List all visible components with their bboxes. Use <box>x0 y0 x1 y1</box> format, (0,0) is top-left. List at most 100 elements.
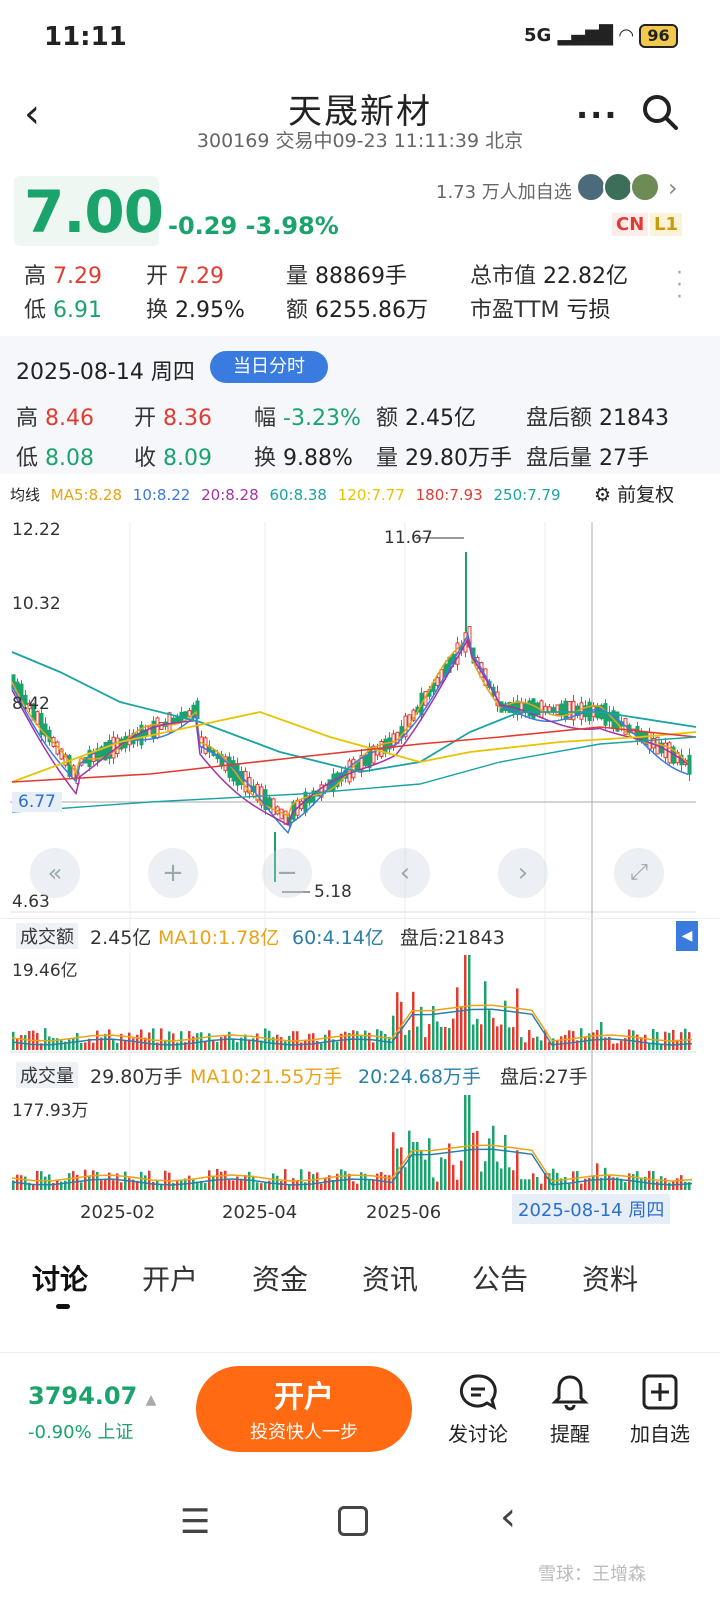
volume-bar <box>596 1163 599 1190</box>
cursor-date-label: 2025-08-14 周四 <box>512 1194 671 1224</box>
post-discussion-button[interactable]: 发讨论 <box>438 1372 518 1447</box>
volume-bar <box>224 1170 227 1190</box>
volume-bar <box>216 1042 219 1050</box>
volume-bar <box>404 1034 407 1050</box>
followers-count[interactable]: 1.73 万人加自选 <box>436 178 572 204</box>
prev-button[interactable]: ‹ <box>380 848 430 898</box>
volume-bars <box>11 1095 693 1190</box>
volume-bar <box>620 1040 623 1050</box>
status-bar: 11:11 5G ▂▄▆█ ◠ 96 <box>0 0 720 70</box>
volume-bar <box>576 1171 579 1190</box>
volume-bar <box>592 1175 595 1190</box>
ma-legend: 均线 MA5:8.28 10:8.22 20:8.28 60:8.38 120:… <box>10 484 561 505</box>
tab-open-account[interactable]: 开户 <box>142 1258 198 1298</box>
volume-bar <box>124 1040 127 1050</box>
volume-bar <box>352 1181 355 1190</box>
volume-bar <box>468 1095 471 1190</box>
volume-bar <box>684 1181 687 1190</box>
volume-title[interactable]: 成交量 <box>16 1062 78 1088</box>
volume-bar <box>24 1035 27 1050</box>
candle-body <box>167 712 172 733</box>
volume-bar <box>348 1173 351 1190</box>
adjust-toggle[interactable]: ⚙ 前复权 <box>594 480 674 507</box>
collapse-panel-icon[interactable]: ◀ <box>676 921 698 951</box>
intraday-button[interactable]: 当日分时 <box>210 351 328 383</box>
volume-bar <box>16 1038 19 1050</box>
ytick-0: 12.22 <box>12 520 61 540</box>
volume-bar <box>252 1175 255 1190</box>
volume-bar <box>496 1161 499 1190</box>
volume-bar <box>132 1038 135 1050</box>
menu-icon[interactable]: ☰ <box>180 1502 210 1542</box>
volume-bar <box>572 1031 575 1050</box>
tab-discussion[interactable]: 讨论 <box>32 1258 88 1298</box>
volume-bar <box>148 1032 151 1050</box>
reminder-button[interactable]: 提醒 <box>530 1372 610 1447</box>
chevron-right-icon[interactable]: › <box>668 174 678 202</box>
add-watchlist-button[interactable]: 加自选 <box>620 1372 700 1447</box>
volume-bar <box>208 1033 211 1050</box>
zoom-in-button[interactable]: + <box>148 848 198 898</box>
volume-bar <box>264 1028 267 1050</box>
change-value: -0.29 <box>168 212 238 240</box>
tab-news[interactable]: 资讯 <box>362 1258 418 1298</box>
search-icon[interactable] <box>640 92 680 132</box>
bell-icon <box>551 1375 589 1411</box>
change-percent: -3.98% <box>245 212 339 240</box>
volume-bar <box>536 1036 539 1050</box>
follower-avatars[interactable] <box>576 172 661 206</box>
volume-bar <box>368 1180 371 1190</box>
volume-bar <box>312 1033 315 1050</box>
home-icon[interactable] <box>338 1506 368 1536</box>
volume-bar <box>260 1183 263 1190</box>
volume-bar <box>156 1180 159 1190</box>
ma-60: 60:8.38 <box>269 486 327 504</box>
volume-bar <box>308 1033 311 1050</box>
candle-body <box>435 677 440 687</box>
volume-bar <box>212 1175 215 1190</box>
volume-bar <box>272 1173 275 1190</box>
day-high: 高 8.46 <box>16 406 94 431</box>
volume-value: 29.80万手 <box>90 1066 183 1088</box>
tab-indicator <box>56 1304 70 1309</box>
volume-bar <box>36 1033 39 1050</box>
tab-profile[interactable]: 资料 <box>582 1258 638 1298</box>
volume-bar <box>432 1005 435 1050</box>
ma-lines <box>11 632 697 835</box>
max-price-label: 11.67 <box>384 528 433 548</box>
volume-bar <box>300 1042 303 1050</box>
day-open: 开 8.36 <box>134 406 212 431</box>
volume-ma10 <box>11 1004 693 1042</box>
volume-bar <box>44 1176 47 1190</box>
more-options-button[interactable]: ··· <box>576 96 618 134</box>
rewind-button[interactable]: « <box>30 848 80 898</box>
volume-bar <box>492 1125 495 1190</box>
reminder-label: 提醒 <box>550 1422 590 1446</box>
volume-bar <box>500 1024 503 1050</box>
volume-bar <box>448 1143 451 1190</box>
back-nav-icon[interactable]: ‹ <box>500 1494 516 1540</box>
xtick-1: 2025-04 <box>222 1202 298 1223</box>
volume-bar <box>460 1006 463 1050</box>
open-account-button[interactable]: 开户 投资快人一步 <box>196 1366 412 1452</box>
tab-announcements[interactable]: 公告 <box>472 1258 528 1298</box>
volume-bar <box>64 1180 67 1190</box>
zoom-out-button[interactable]: − <box>262 848 312 898</box>
next-button[interactable]: › <box>498 848 548 898</box>
kline-chart[interactable] <box>0 512 720 1232</box>
amount-after: 盘后:21843 <box>400 927 505 949</box>
volume-bar <box>92 1042 95 1050</box>
tab-funds[interactable]: 资金 <box>252 1258 308 1298</box>
fullscreen-icon[interactable]: ⤢ <box>614 848 664 898</box>
volume-bar <box>456 1179 459 1190</box>
ma-5: MA5:8.28 <box>50 486 122 504</box>
volume-bar <box>580 1028 583 1050</box>
expand-stats-icon[interactable]: · · · <box>676 263 683 309</box>
amount-title[interactable]: 成交额 <box>16 923 78 949</box>
volume-bar <box>624 1182 627 1190</box>
volume-bar <box>56 1180 59 1190</box>
amount-ma60: 60:4.14亿 <box>292 927 384 949</box>
volume-bar <box>656 1031 659 1050</box>
volume-bar <box>440 1157 443 1190</box>
index-value[interactable]: 3794.07 ▲ <box>28 1382 156 1410</box>
